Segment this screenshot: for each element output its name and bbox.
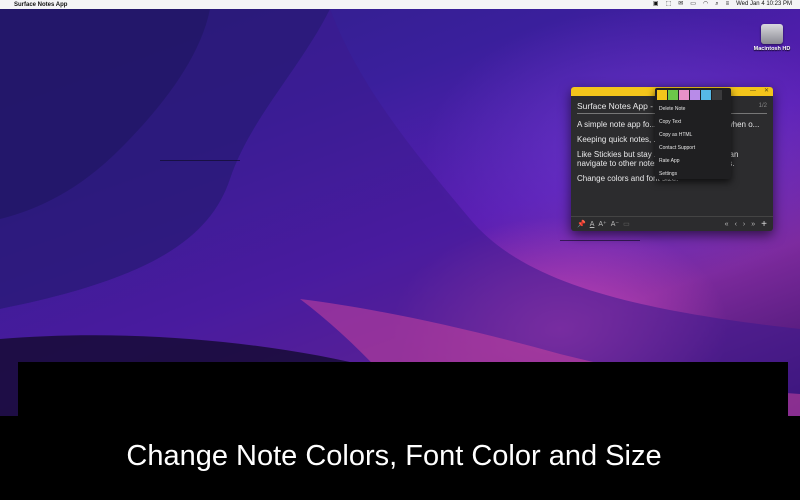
divider-line	[160, 160, 240, 161]
note-heading-text: Surface Notes App - ...	[577, 101, 663, 111]
status-icon-1[interactable]: ▣	[653, 0, 659, 9]
caption-backdrop	[18, 362, 788, 416]
prev-note-button[interactable]: ‹	[735, 221, 737, 228]
caption-text: Change Note Colors, Font Color and Size	[126, 440, 662, 472]
menu-item-copy-html[interactable]: Copy as HTML	[655, 129, 731, 142]
color-swatch-4[interactable]	[690, 90, 700, 100]
text-size-icon[interactable]: ▭	[623, 220, 630, 228]
menu-item-contact-support[interactable]: Contact Support	[655, 142, 731, 155]
add-note-button[interactable]: +	[761, 219, 767, 230]
menu-item-rate-app[interactable]: Rate App	[655, 155, 731, 168]
battery-icon[interactable]: ▭	[690, 0, 696, 9]
color-swatch-2[interactable]	[668, 90, 678, 100]
app-name-menu[interactable]: Surface Notes App	[14, 2, 67, 8]
menu-bar: Surface Notes App ▣ ⬚ ✉ ▭ ◠ ⌕ ≡ Wed Jan …	[0, 0, 800, 9]
wifi-icon[interactable]: ◠	[703, 0, 708, 9]
color-swatch-1[interactable]	[657, 90, 667, 100]
drive-label: Macintosh HD	[753, 46, 791, 52]
font-increase-button[interactable]: A⁺	[598, 220, 606, 228]
menu-item-copy-text[interactable]: Copy Text	[655, 116, 731, 129]
first-note-button[interactable]: «	[725, 221, 729, 228]
color-swatch-5[interactable]	[701, 90, 711, 100]
minimize-icon[interactable]: —	[750, 87, 756, 96]
window-controls: — ✕	[750, 87, 769, 96]
menu-item-delete-note[interactable]: Delete Note	[655, 103, 731, 116]
status-icon-2[interactable]: ⬚	[666, 0, 672, 9]
pin-icon[interactable]: 📌	[577, 220, 586, 228]
status-area: ▣ ⬚ ✉ ▭ ◠ ⌕ ≡ Wed Jan 4 10:23 PM	[653, 0, 792, 9]
hard-drive-icon	[761, 24, 783, 44]
macintosh-hd-icon[interactable]: Macintosh HD	[752, 24, 792, 52]
last-note-button[interactable]: »	[751, 221, 755, 228]
color-swatch-3[interactable]	[679, 90, 689, 100]
color-swatches	[655, 88, 731, 103]
menu-item-settings[interactable]: Settings	[655, 168, 731, 181]
context-menu: Delete Note Copy Text Copy as HTML Conta…	[655, 88, 731, 179]
close-icon[interactable]: ✕	[764, 87, 769, 96]
control-center-icon[interactable]: ≡	[726, 0, 730, 9]
date-time[interactable]: Wed Jan 4 10:23 PM	[736, 0, 792, 9]
color-swatch-6[interactable]	[712, 90, 722, 100]
next-note-button[interactable]: ›	[743, 221, 745, 228]
note-toolbar: 📌 A A⁺ A⁻ ▭ « ‹ › » +	[571, 216, 773, 231]
note-page-count: 1/2	[758, 103, 767, 109]
divider-line	[560, 240, 640, 241]
search-icon[interactable]: ⌕	[715, 0, 718, 9]
font-decrease-button[interactable]: A⁻	[611, 220, 619, 228]
font-color-button[interactable]: A	[590, 221, 595, 228]
status-icon-3[interactable]: ✉	[678, 0, 683, 9]
